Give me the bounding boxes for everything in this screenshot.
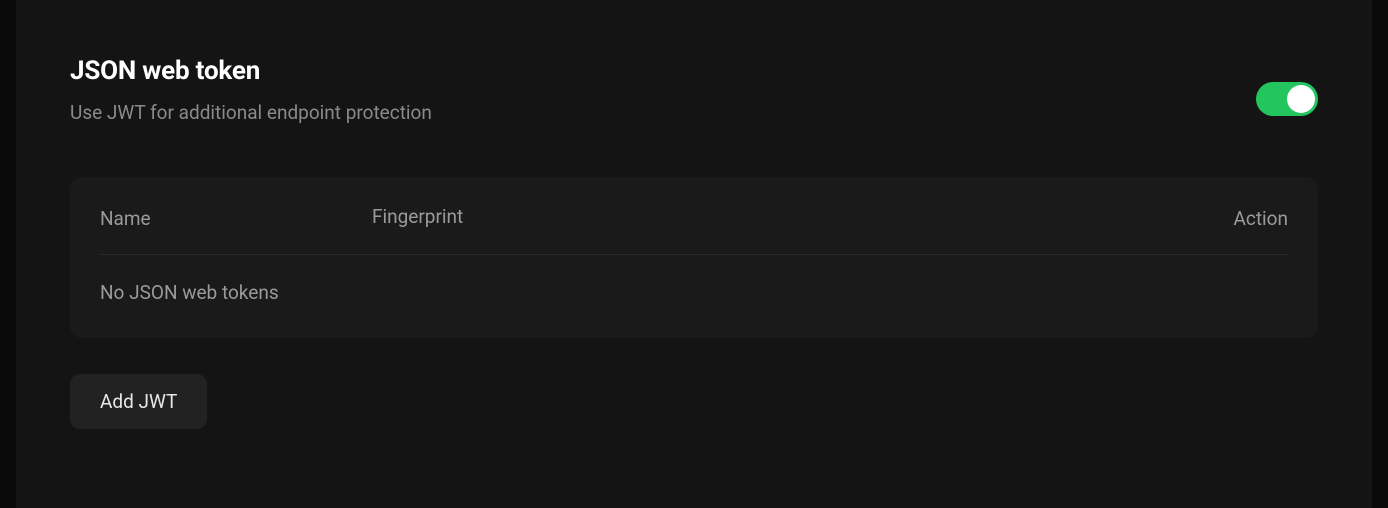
column-header-name: Name [100,207,372,230]
jwt-settings-panel: JSON web token Use JWT for additional en… [16,0,1372,508]
jwt-enable-toggle[interactable] [1256,82,1318,116]
jwt-table-header: Name Fingerprint Action [100,177,1288,255]
section-title: JSON web token [70,56,432,86]
jwt-table-card: Name Fingerprint Action No JSON web toke… [70,177,1318,338]
section-header-text: JSON web token Use JWT for additional en… [70,56,432,129]
add-jwt-button[interactable]: Add JWT [70,374,207,429]
column-header-action: Action [1233,207,1288,230]
column-header-fingerprint: Fingerprint [372,205,1233,228]
section-subtitle: Use JWT for additional endpoint protecti… [70,96,432,129]
jwt-table-empty-message: No JSON web tokens [100,255,1288,338]
toggle-knob [1287,85,1315,113]
section-header: JSON web token Use JWT for additional en… [70,56,1318,129]
